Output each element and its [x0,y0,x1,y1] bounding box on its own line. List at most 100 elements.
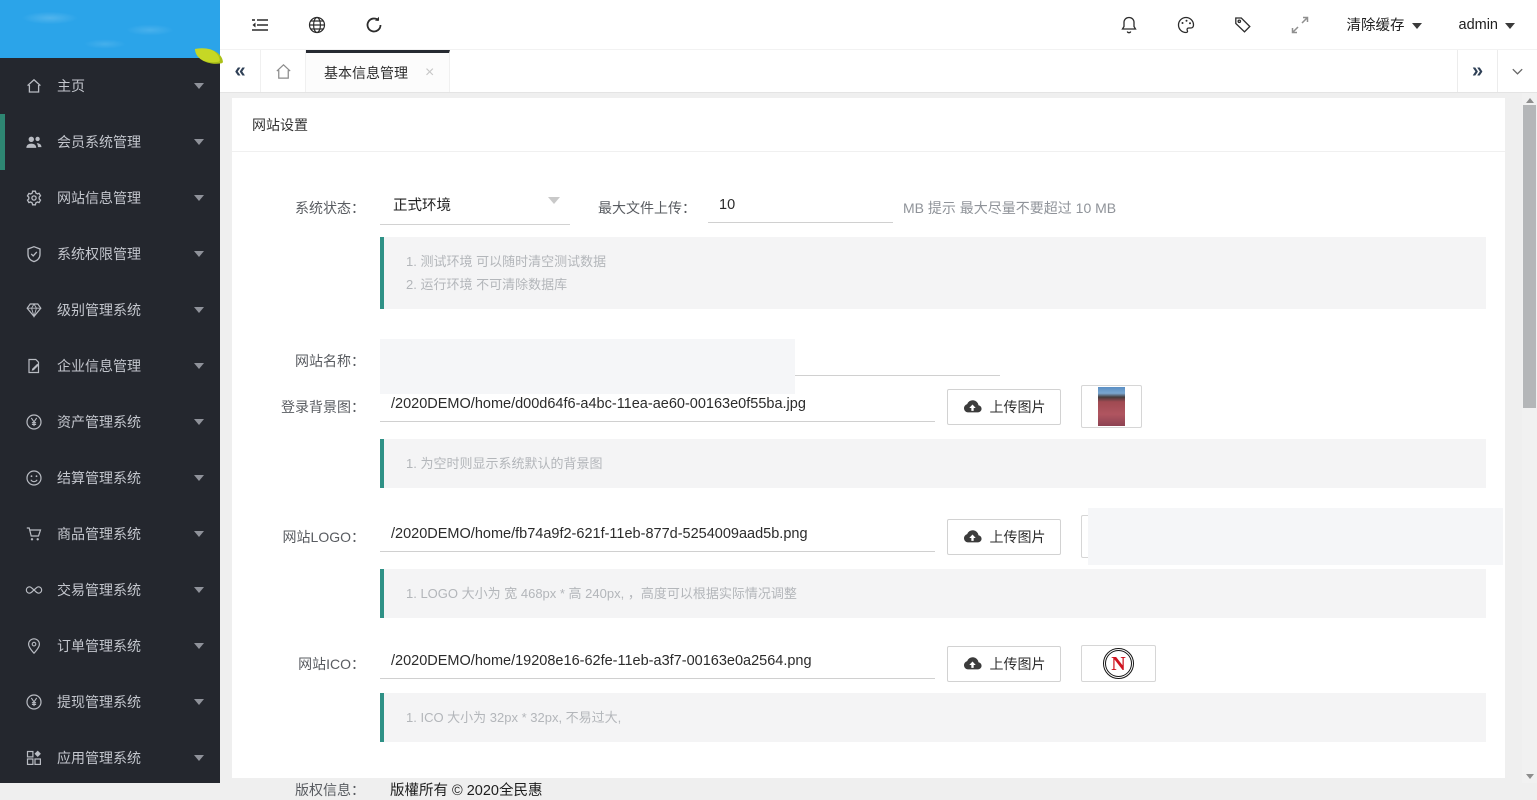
clear-cache-dropdown[interactable]: 清除缓存 [1347,14,1422,35]
chevron-down-icon [194,419,204,425]
sidebar-item-label: 资产管理系统 [57,412,141,432]
sidebar-item-trade-management[interactable]: 交易管理系统 [0,562,220,618]
sidebar: 主页会员系统管理网站信息管理系统权限管理级别管理系统企业信息管理资产管理系统结算… [0,0,220,783]
copyright-value[interactable]: 版權所有 © 2020全民惠 [390,779,543,800]
top-toolbar: 清除缓存 admin [220,0,1537,50]
yen-circle-icon [25,693,43,711]
sidebar-item-level-management[interactable]: 级别管理系统 [0,282,220,338]
status-note-line: 1. 测试环境 可以随时清空测试数据 [406,250,1486,273]
sidebar-item-home[interactable]: 主页 [0,58,220,114]
ico-note-line: 1. ICO 大小为 32px * 32px, 不易过大, [406,706,1486,729]
user-menu-dropdown[interactable]: admin [1459,17,1516,33]
diamond-icon [25,301,43,319]
login-bg-input[interactable] [380,392,935,422]
clear-cache-label: 清除缓存 [1347,14,1405,35]
tab-bar: « 基本信息管理 × » [220,50,1537,93]
sidebar-item-label: 企业信息管理 [57,356,141,376]
globe-icon[interactable] [307,15,327,35]
chevron-down-icon [194,531,204,537]
max-upload-input[interactable] [708,193,893,223]
sidebar-item-label: 提现管理系统 [57,692,141,712]
sidebar-item-label: 会员系统管理 [57,132,141,152]
shield-check-icon [25,245,43,263]
chevron-down-icon [194,643,204,649]
fullscreen-icon[interactable] [1290,15,1310,35]
sidebar-item-order-management[interactable]: 订单管理系统 [0,618,220,674]
select-caret-icon [548,197,560,204]
sidebar-item-label: 交易管理系统 [57,580,141,600]
tabs-scroll-right-button[interactable]: » [1457,50,1497,92]
max-upload-label: 最大文件上传： [598,198,696,218]
upload-button-label: 上传图片 [990,397,1046,417]
ico-note-box: 1. ICO 大小为 32px * 32px, 不易过大, [380,693,1486,742]
app-logo [0,0,220,58]
login-bg-thumbnail[interactable] [1081,385,1142,428]
sidebar-item-app-management[interactable]: 应用管理系统 [0,730,220,786]
content-area: 网站设置 系统状态： 正式环境 最大文件上传： MB 提示 最大尽量不要超过 1… [220,93,1522,783]
sidebar-item-label: 主页 [57,76,85,96]
sidebar-item-enterprise-info[interactable]: 企业信息管理 [0,338,220,394]
chevron-down-icon [194,363,204,369]
sidebar-item-settlement-management[interactable]: 结算管理系统 [0,450,220,506]
upload-button-label: 上传图片 [990,654,1046,674]
home-icon [274,62,293,81]
logo-note-box: 1. LOGO 大小为 宽 468px * 高 240px, ，高度可以根据实际… [380,569,1486,618]
yen-circle-icon [25,413,43,431]
logo-upload-button[interactable]: 上传图片 [947,519,1061,555]
login-bg-note-box: 1. 为空时则显示系统默认的背景图 [380,439,1486,488]
vertical-scrollbar [1522,93,1537,783]
close-tab-icon[interactable]: × [425,65,434,81]
login-bg-upload-button[interactable]: 上传图片 [947,389,1061,425]
logo-note-line: 1. LOGO 大小为 宽 468px * 高 240px, ，高度可以根据实际… [406,582,1486,605]
sidebar-item-label: 网站信息管理 [57,188,141,208]
cloud-upload-icon [963,656,982,671]
chevron-down-icon [194,251,204,257]
sidebar-item-asset-management[interactable]: 资产管理系统 [0,394,220,450]
login-bg-preview-image [1098,387,1125,426]
login-bg-note-line: 1. 为空时则显示系统默认的背景图 [406,452,1486,475]
sidebar-item-goods-management[interactable]: 商品管理系统 [0,506,220,562]
notification-bell-icon[interactable] [1119,15,1139,35]
collapse-menu-icon[interactable] [250,15,270,35]
tab-label: 基本信息管理 [324,63,408,83]
document-edit-icon [25,357,43,375]
upload-button-label: 上传图片 [990,527,1046,547]
sidebar-item-withdrawal-management[interactable]: 提现管理系统 [0,674,220,730]
chevron-down-icon [194,307,204,313]
system-status-select[interactable]: 正式环境 [380,190,570,225]
ico-input[interactable] [380,649,935,679]
chevron-down-icon [1412,23,1422,29]
sidebar-item-site-info[interactable]: 网站信息管理 [0,170,220,226]
refresh-icon[interactable] [364,15,384,35]
tag-icon[interactable] [1233,15,1253,35]
chevron-down-icon [194,587,204,593]
tabs-scroll-left-button[interactable]: « [220,50,260,92]
tabs-menu-button[interactable] [1497,50,1537,92]
card-header: 网站设置 [232,98,1505,152]
redacted-area [380,339,795,394]
sidebar-item-system-permission[interactable]: 系统权限管理 [0,226,220,282]
logo-input[interactable] [380,522,935,552]
theme-palette-icon[interactable] [1176,15,1196,35]
sidebar-item-label: 级别管理系统 [57,300,141,320]
tab-home[interactable] [260,50,306,92]
copyright-row: 版权信息： 版權所有 © 2020全民惠 [232,779,1505,800]
sidebar-item-member-system[interactable]: 会员系统管理 [0,114,220,170]
user-label: admin [1459,17,1499,33]
chevron-down-icon [194,195,204,201]
settings-form: 系统状态： 正式环境 最大文件上传： MB 提示 最大尽量不要超过 10 MB … [232,152,1505,800]
chevron-down-icon [194,475,204,481]
logo-row: 网站LOGO： 上传图片 [232,515,1505,558]
location-pin-icon [25,637,43,655]
ico-upload-button[interactable]: 上传图片 [947,646,1061,682]
logo-label: 网站LOGO： [232,527,365,547]
site-name-row: 网站名称： [232,346,1505,376]
chevron-down-icon [1505,23,1515,29]
tab-basic-info[interactable]: 基本信息管理 × [306,50,450,92]
chevron-down-icon [194,699,204,705]
ico-thumbnail[interactable]: N [1081,645,1156,682]
scroll-down-arrow[interactable] [1522,769,1537,783]
ico-label: 网站ICO： [232,654,365,674]
scrollbar-thumb[interactable] [1523,105,1536,408]
cart-icon [25,525,43,543]
